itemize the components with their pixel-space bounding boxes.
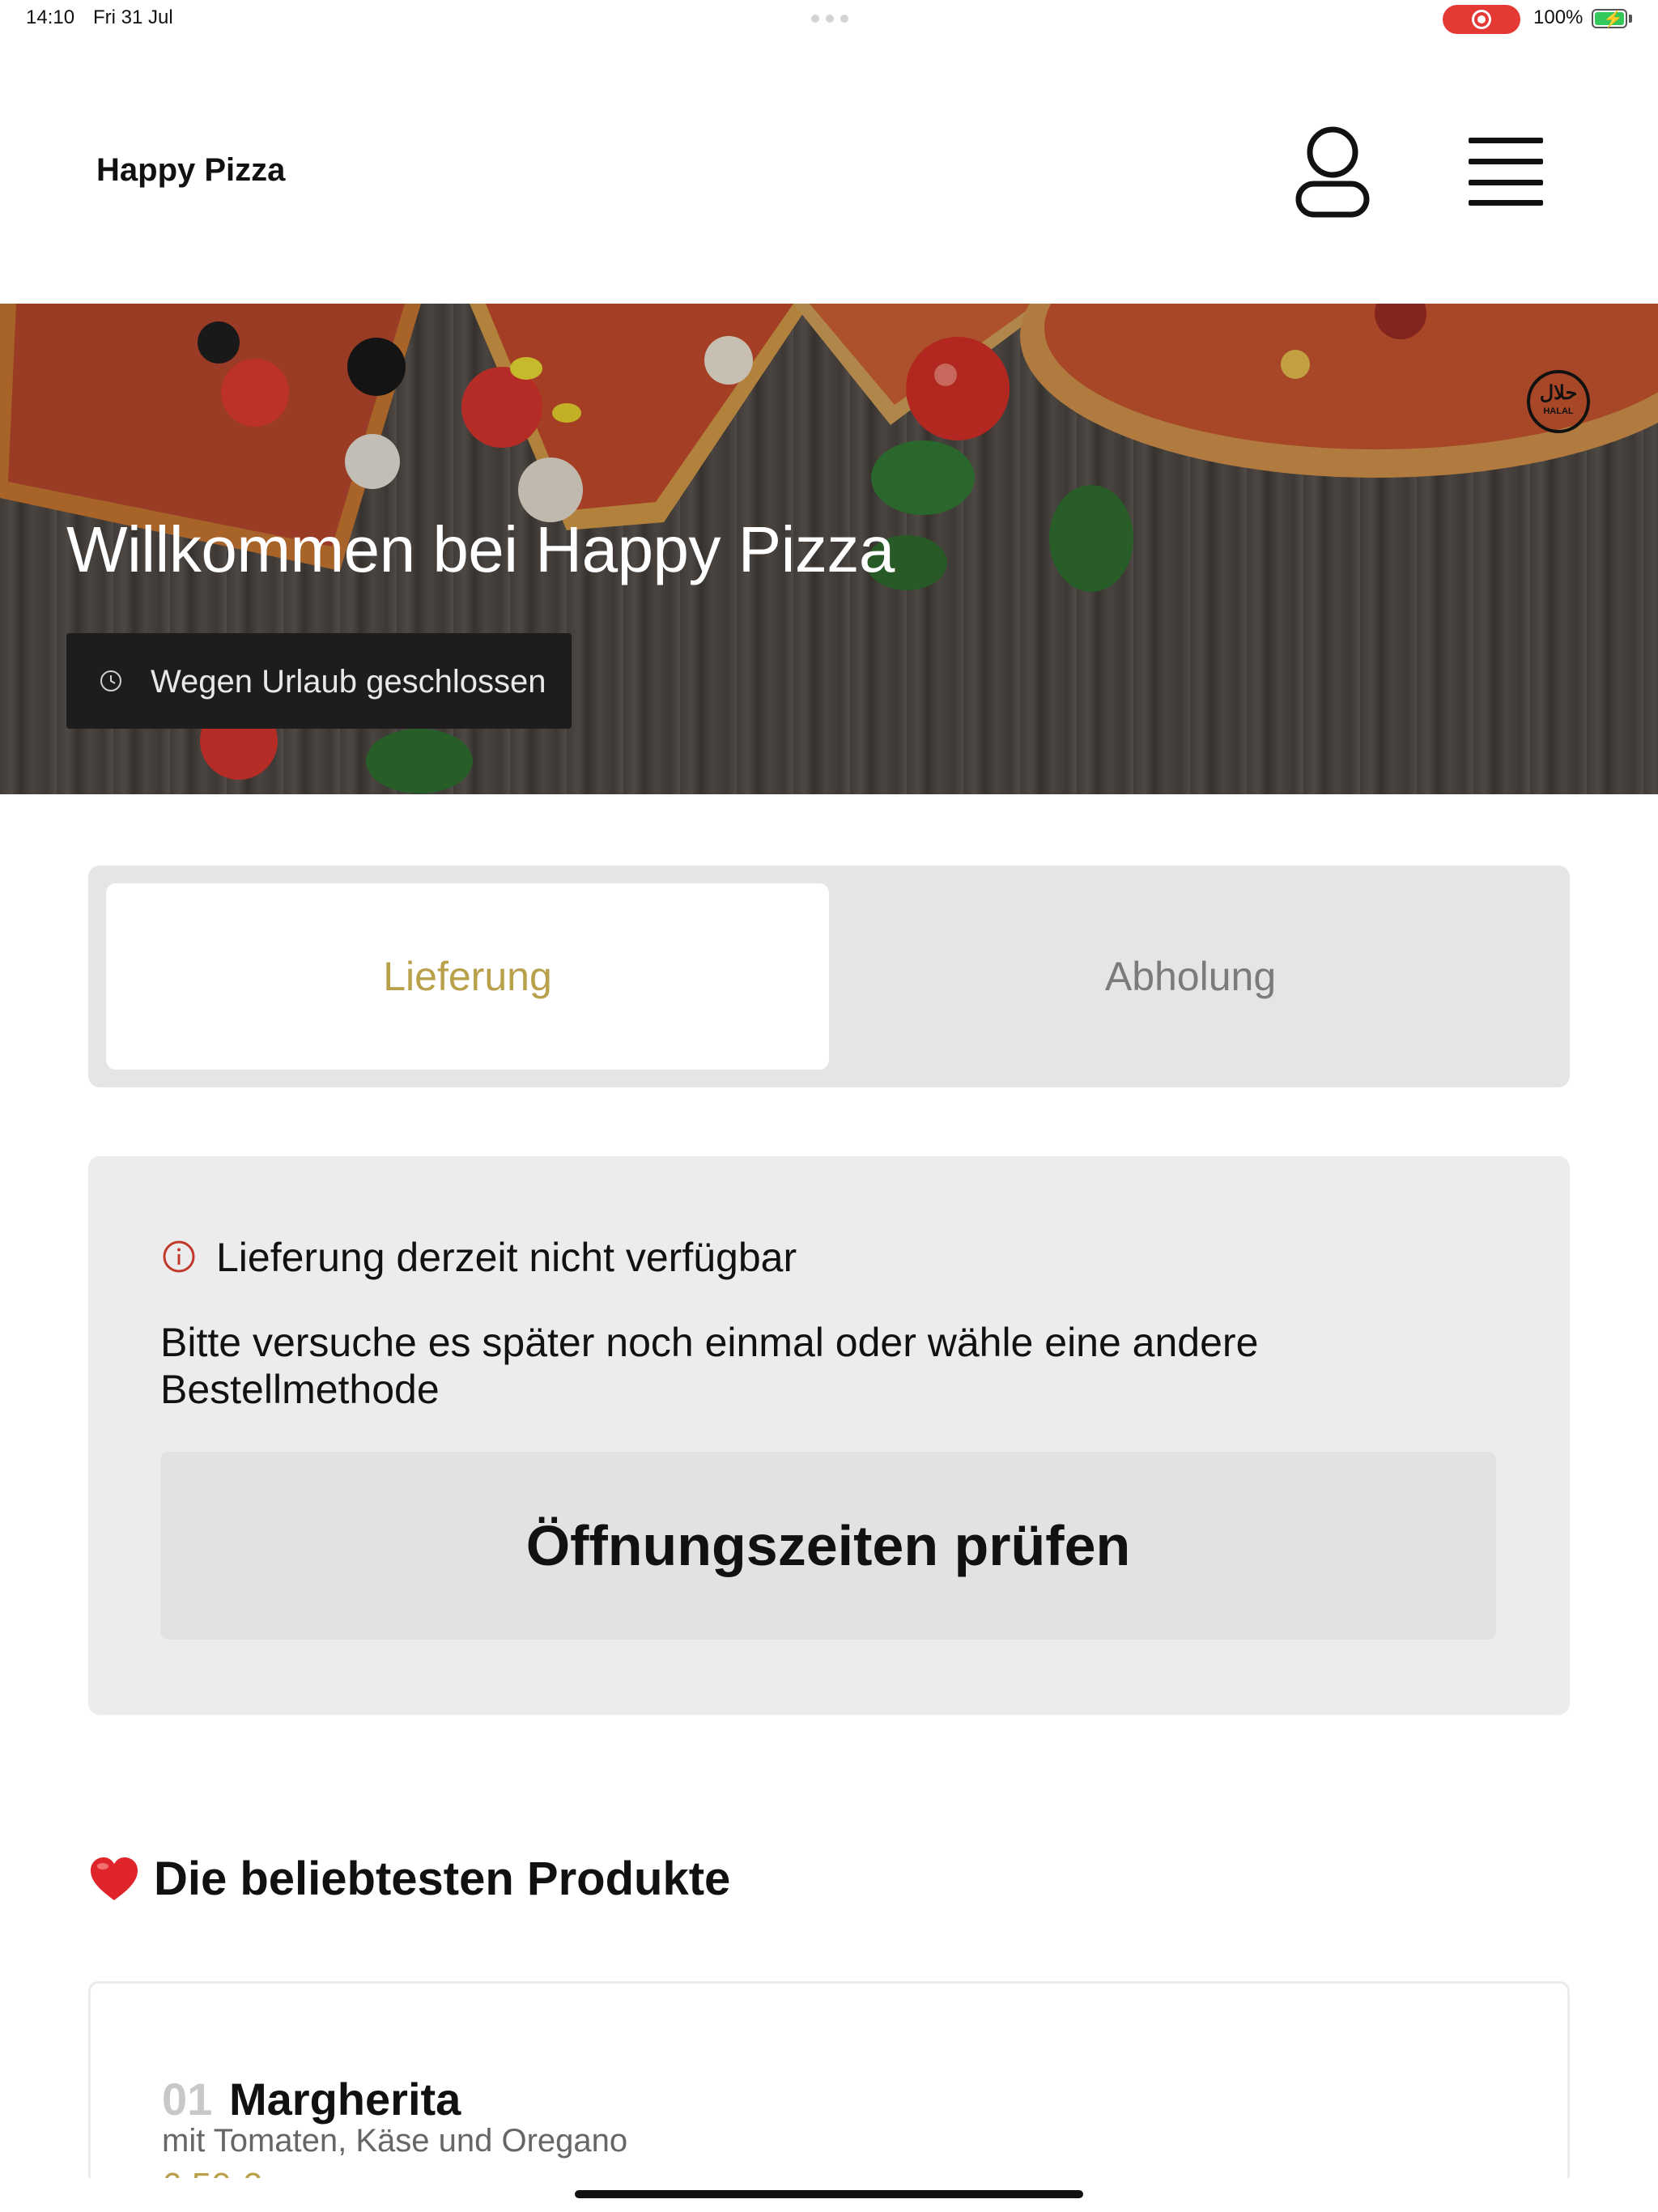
clock-icon — [100, 670, 121, 691]
screen-recording-icon[interactable] — [1443, 5, 1520, 34]
product-number: 01 — [162, 2074, 213, 2125]
halal-latin-text: HALAL — [1543, 406, 1574, 416]
status-bar: 14:10 Fri 31 Jul 100% ⚡ — [0, 0, 1658, 39]
halal-badge: حلال HALAL — [1527, 370, 1590, 433]
home-indicator[interactable] — [575, 2190, 1083, 2198]
tab-pickup[interactable]: Abholung — [829, 883, 1552, 1070]
notice-title: Lieferung derzeit nicht verfügbar — [216, 1235, 797, 1280]
notice-text: Bitte versuche es später noch einmal ode… — [160, 1320, 1259, 1412]
order-method-tabs: Lieferung Abholung — [88, 866, 1570, 1087]
heart-icon — [91, 1857, 138, 1900]
info-icon — [163, 1240, 195, 1273]
store-status-text: Wegen Urlaub geschlossen — [151, 664, 546, 700]
check-opening-hours-button[interactable]: Öffnungszeiten prüfen — [160, 1452, 1496, 1640]
tab-delivery[interactable]: Lieferung — [106, 883, 829, 1070]
brand-name[interactable]: Happy Pizza — [96, 152, 285, 189]
delivery-unavailable-notice: Lieferung derzeit nicht verfügbar Bitte … — [88, 1156, 1570, 1715]
hero-banner: حلال HALAL Willkommen bei Happy Pizza We… — [0, 304, 1658, 794]
status-time: 14:10 — [26, 6, 75, 28]
product-description: mit Tomaten, Käse und Oregano — [162, 2123, 628, 2159]
user-icon[interactable] — [1294, 125, 1371, 219]
battery-tip — [1629, 15, 1632, 23]
product-name: Margherita — [229, 2074, 461, 2125]
hamburger-menu-icon[interactable] — [1465, 136, 1546, 206]
battery-icon: ⚡ — [1592, 9, 1627, 28]
store-status-badge: Wegen Urlaub geschlossen — [66, 633, 572, 729]
popular-products-title: Die beliebtesten Produkte — [154, 1853, 731, 1905]
multitasking-dots-icon[interactable] — [811, 15, 848, 23]
status-date: Fri 31 Jul — [93, 6, 173, 28]
halal-arabic-text: حلال — [1539, 382, 1578, 404]
welcome-title: Willkommen bei Happy Pizza — [66, 513, 895, 585]
popular-products-heading: Die beliebtesten Produkte — [89, 1852, 730, 1906]
battery-percentage: 100% — [1533, 6, 1584, 28]
